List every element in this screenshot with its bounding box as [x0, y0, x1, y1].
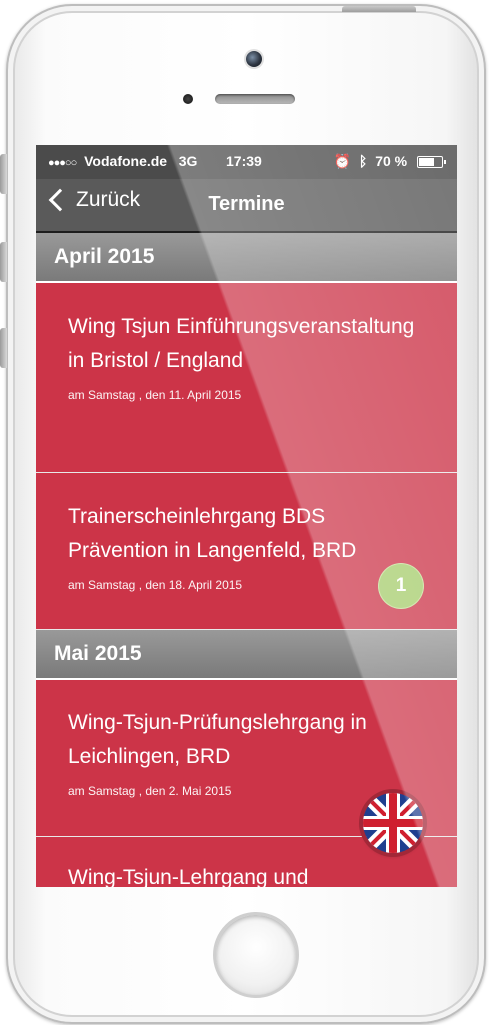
event-date: am Samstag , den 11. April 2015 [68, 388, 242, 402]
earpiece-speaker [215, 94, 295, 104]
status-bar: ●●●○○ Vodafone.de 3G 17:39 ⏰ ᛒ 70 % [36, 145, 457, 179]
status-right: ⏰ ᛒ 70 % [333, 153, 446, 170]
battery-fill [419, 158, 435, 167]
page-title: Termine [208, 193, 285, 215]
bluetooth-icon: ᛒ [358, 153, 368, 169]
power-button [342, 6, 416, 12]
clock: 17:39 [226, 153, 262, 169]
uk-flag-icon[interactable] [363, 793, 423, 853]
navigation-bar: Zurück Termine [36, 179, 457, 231]
section-header-mai: Mai 2015 [36, 630, 457, 680]
front-camera [246, 51, 262, 67]
volume-down-button [0, 328, 7, 368]
event-title: Trainerscheinlehrgang BDS Prävention in … [68, 505, 357, 562]
app-screen: ●●●○○ Vodafone.de 3G 17:39 ⏰ ᛒ 70 % Zurü… [36, 145, 457, 887]
volume-up-button [0, 242, 7, 282]
proximity-sensor [183, 94, 193, 104]
battery-percent: 70 % [375, 153, 408, 169]
event-title: Wing-Tsjun-Prüfungslehrgang in Leichling… [68, 711, 367, 768]
event-date: am Samstag , den 18. April 2015 [68, 578, 243, 592]
carrier-info: ●●●○○ Vodafone.de 3G [48, 153, 197, 169]
event-title: Wing Tsjun Einführungsveranstaltung in B… [68, 315, 415, 372]
mute-switch [0, 154, 7, 194]
home-button[interactable] [213, 912, 299, 998]
signal-strength-icon: ●●●○○ [48, 157, 77, 169]
battery-icon [417, 156, 446, 169]
event-item[interactable]: Wing Tsjun Einführungsveranstaltung in B… [36, 283, 457, 473]
section-header-april: April 2015 [36, 233, 457, 283]
uk-flag-graphic [363, 793, 423, 853]
event-date: am Samstag , den 2. Mai 2015 [68, 784, 232, 798]
notification-badge: 1 [379, 564, 423, 608]
event-title: Wing-Tsjun-Lehrgang und [68, 866, 309, 887]
event-item[interactable]: Trainerscheinlehrgang BDS Prävention in … [36, 473, 457, 630]
alarm-icon: ⏰ [333, 153, 351, 169]
network-type: 3G [178, 153, 198, 169]
carrier-name: Vodafone.de [84, 153, 168, 169]
